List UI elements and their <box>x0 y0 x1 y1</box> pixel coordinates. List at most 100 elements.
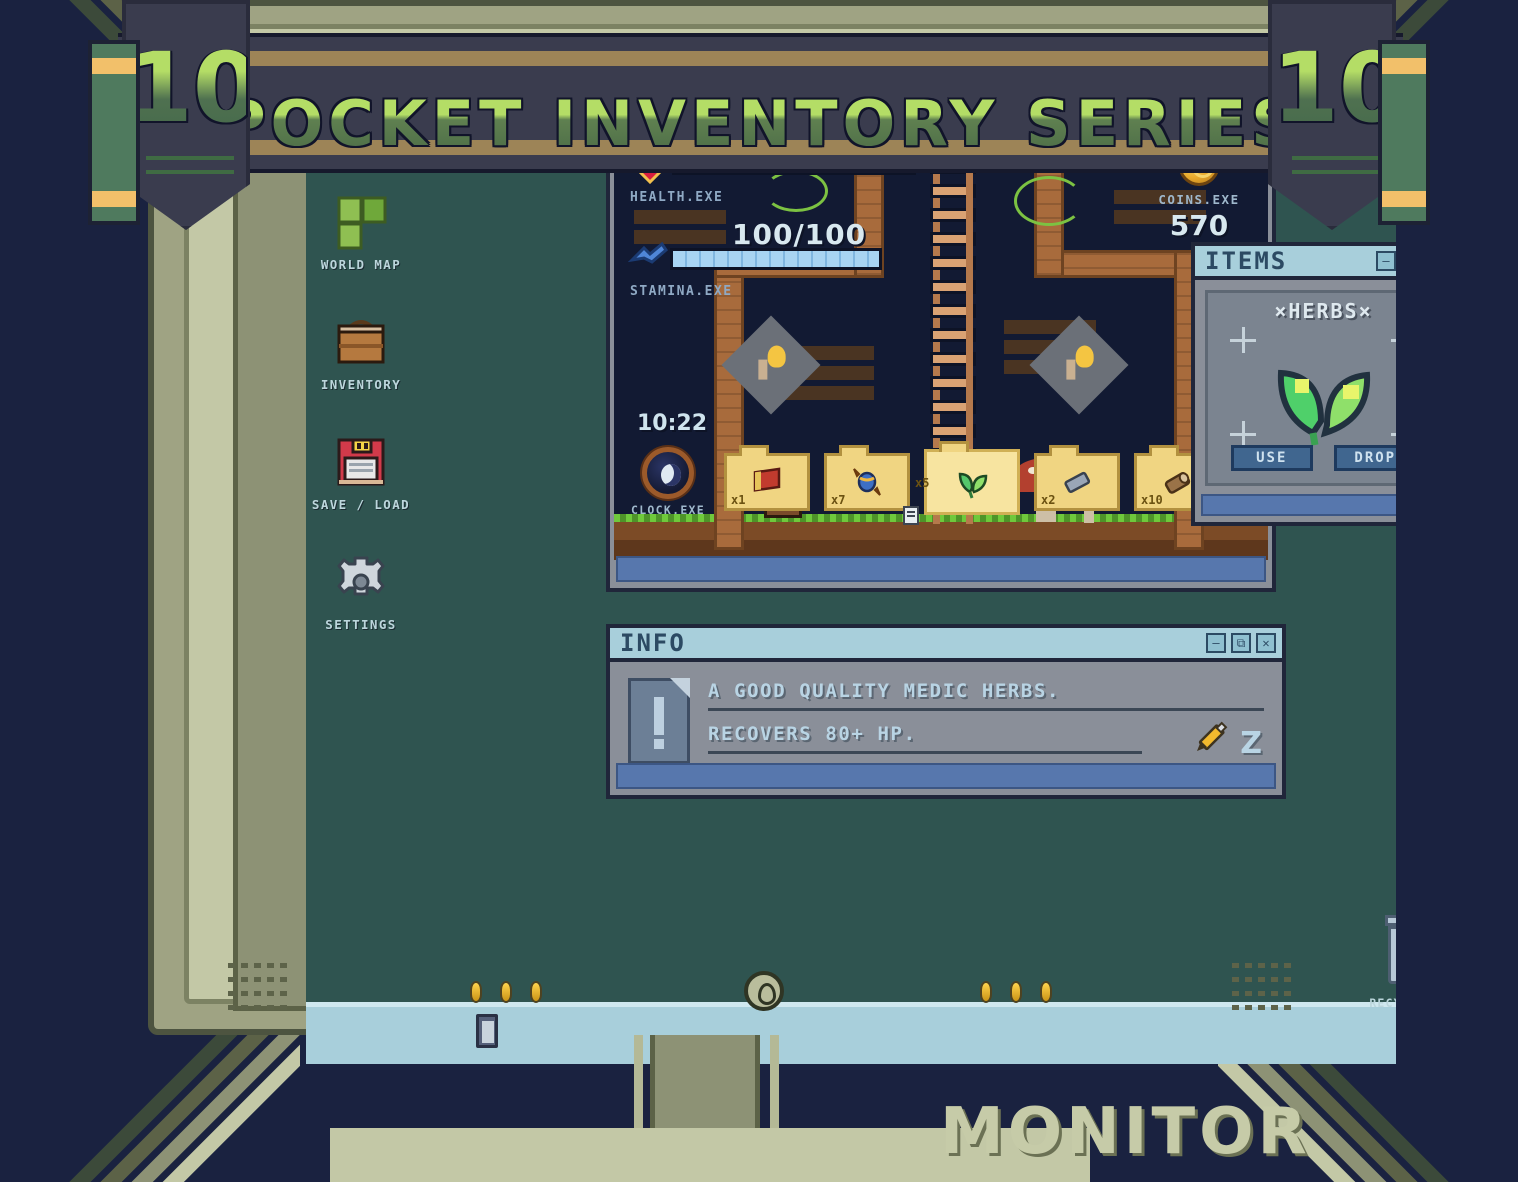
inventory-slot[interactable]: x2 <box>1034 445 1120 511</box>
minimize-button[interactable]: – <box>1206 633 1226 653</box>
sidebar-item-world-map[interactable]: WORLD MAP <box>306 194 416 292</box>
selected-item-name: ×HERBS× <box>1274 299 1373 323</box>
minimize-button[interactable]: – <box>1376 251 1396 271</box>
info-window-statusbar <box>616 763 1276 789</box>
herbs-icon-large <box>1277 369 1370 446</box>
banner-stripe-top <box>118 51 1403 66</box>
info-line-text: RECOVERS 80+ HP. <box>708 723 917 745</box>
info-content: A GOOD QUALITY MEDIC HERBS. RECOVERS 80+… <box>616 668 1276 764</box>
slot-quantity: x1 <box>731 493 746 507</box>
wing-icon <box>628 241 668 264</box>
sidebar-item-label: SETTINGS <box>325 617 397 632</box>
info-line-text: A GOOD QUALITY MEDIC HERBS. <box>708 680 1061 702</box>
items-window[interactable]: ITEMS – ⧉ ✕ ×HERBS× <box>1191 242 1396 526</box>
brick-cluster-far-left <box>634 210 726 244</box>
page-title: POCKET INVENTORY SERIES <box>118 87 1403 160</box>
monitor-stand-neck <box>650 1035 760 1130</box>
items-window-statusbar <box>1201 494 1396 516</box>
sidebar-item-settings[interactable]: SETTINGS <box>306 554 416 652</box>
vent-left <box>228 963 290 1055</box>
drop-button[interactable]: DROP <box>1334 445 1396 471</box>
info-rule <box>708 751 1142 754</box>
stand-rail-left <box>634 1035 643 1130</box>
book-icon <box>753 467 781 492</box>
inventory-slot[interactable]: x7 <box>824 445 910 511</box>
profile-window-statusbar <box>616 556 1266 582</box>
recycle-bin[interactable]: RECYCLE BIN <box>1366 915 1396 1010</box>
trash-icon <box>1385 915 1396 984</box>
ingot-icon <box>1064 471 1091 494</box>
led-indicator-6 <box>1040 981 1052 1003</box>
led-indicator-3 <box>530 981 542 1003</box>
monitor-brand-label: MONITOR <box>940 1095 1311 1169</box>
gear-icon <box>331 554 391 612</box>
coins-label: COINS.EXE <box>1158 192 1240 207</box>
slot-quantity: x7 <box>831 493 846 507</box>
edit-hint-char: Z <box>1240 726 1262 761</box>
items-window-titlebar[interactable]: ITEMS – ⧉ ✕ <box>1195 246 1396 280</box>
close-button[interactable]: ✕ <box>1256 633 1276 653</box>
power-button[interactable] <box>744 971 784 1011</box>
floppy-disk-icon <box>331 434 391 492</box>
candy-icon <box>853 468 881 496</box>
ribbon-badge-right: 10 <box>1268 0 1396 230</box>
coins-value: 570 <box>1169 209 1229 242</box>
maximize-button[interactable]: ⧉ <box>1231 633 1251 653</box>
sidebar-item-save-load[interactable]: SAVE / LOAD <box>306 434 416 532</box>
vent-right <box>1232 963 1294 1055</box>
inventory-slot-row: 10:22 CLOCK.EXE x1 x7 x5 x2 x10 <box>618 411 1268 525</box>
inventory-slot[interactable]: x1 <box>724 445 810 511</box>
info-text-block: A GOOD QUALITY MEDIC HERBS. RECOVERS 80+… <box>690 676 1264 755</box>
game-scene: 100/100 HEALTH.EXE <box>614 130 1268 560</box>
monitor-control-strip <box>154 963 1368 1029</box>
map-tiles-icon <box>331 194 391 252</box>
led-indicator-5 <box>1010 981 1022 1003</box>
stamina-stat: 100/100 STAMINA.EXE <box>628 218 882 299</box>
inventory-slot-selected[interactable]: x5 <box>903 441 1020 525</box>
stand-rail-right <box>770 1035 779 1130</box>
slot-quantity: x10 <box>1141 493 1163 507</box>
vine-right <box>1014 176 1084 226</box>
pencil-icon[interactable] <box>1192 719 1230 757</box>
crt-screen: RECYCLE BIN <box>306 64 1396 1064</box>
clock-time: 10:22 <box>636 411 708 436</box>
sidebar-item-label: SAVE / LOAD <box>311 497 411 512</box>
clock-widget[interactable]: 10:22 CLOCK.EXE <box>626 411 710 517</box>
sidebar-item-inventory[interactable]: INVENTORY <box>306 314 416 412</box>
crosshair-bl <box>1230 421 1256 447</box>
ribbon-tail-right <box>1378 40 1430 225</box>
slot-quantity: x2 <box>1041 493 1056 507</box>
clock-icon <box>642 447 694 499</box>
use-button[interactable]: USE <box>1230 445 1313 471</box>
log-icon <box>1164 472 1191 494</box>
stamina-value: 100/100 <box>732 218 867 251</box>
screenshot-root: RECYCLE BIN <box>0 0 1518 1182</box>
herbs-icon <box>958 472 988 499</box>
ribbon-tail-left <box>88 40 140 225</box>
document-alert-icon <box>628 678 690 764</box>
led-indicator-1 <box>470 981 482 1003</box>
hand-cursor-icon <box>903 506 919 525</box>
recycle-bin-label: RECYCLE BIN <box>1369 996 1396 1010</box>
crosshair-tr <box>1391 327 1396 353</box>
crosshair-br <box>1391 421 1396 447</box>
info-line-1: A GOOD QUALITY MEDIC HERBS. <box>708 680 1264 711</box>
ribbon-badge-left: 10 <box>122 0 250 230</box>
slot-quantity: x5 <box>915 476 930 490</box>
led-indicator-4 <box>980 981 992 1003</box>
briefcase-icon <box>331 314 391 372</box>
items-window-title: ITEMS <box>1205 247 1288 275</box>
sidebar-item-label: WORLD MAP <box>320 257 402 272</box>
title-banner: POCKET INVENTORY SERIES <box>118 33 1403 173</box>
info-window[interactable]: INFO – ⧉ ✕ A GOOD QUALITY MEDIC HERBS. R… <box>606 624 1286 799</box>
sidebar-item-label: INVENTORY <box>320 377 402 392</box>
health-label: HEALTH.EXE <box>630 190 724 205</box>
info-window-titlebar[interactable]: INFO – ⧉ ✕ <box>610 628 1282 662</box>
stamina-bar <box>670 248 882 270</box>
monitor-screen-frame: RECYCLE BIN <box>233 59 1396 1064</box>
item-action-buttons: USE DROP <box>1208 445 1396 471</box>
items-preview-panel: ×HERBS× USE DROP <box>1205 290 1396 486</box>
info-rule <box>708 708 1264 711</box>
led-indicator-2 <box>500 981 512 1003</box>
stamina-label: STAMINA.EXE <box>630 284 733 299</box>
